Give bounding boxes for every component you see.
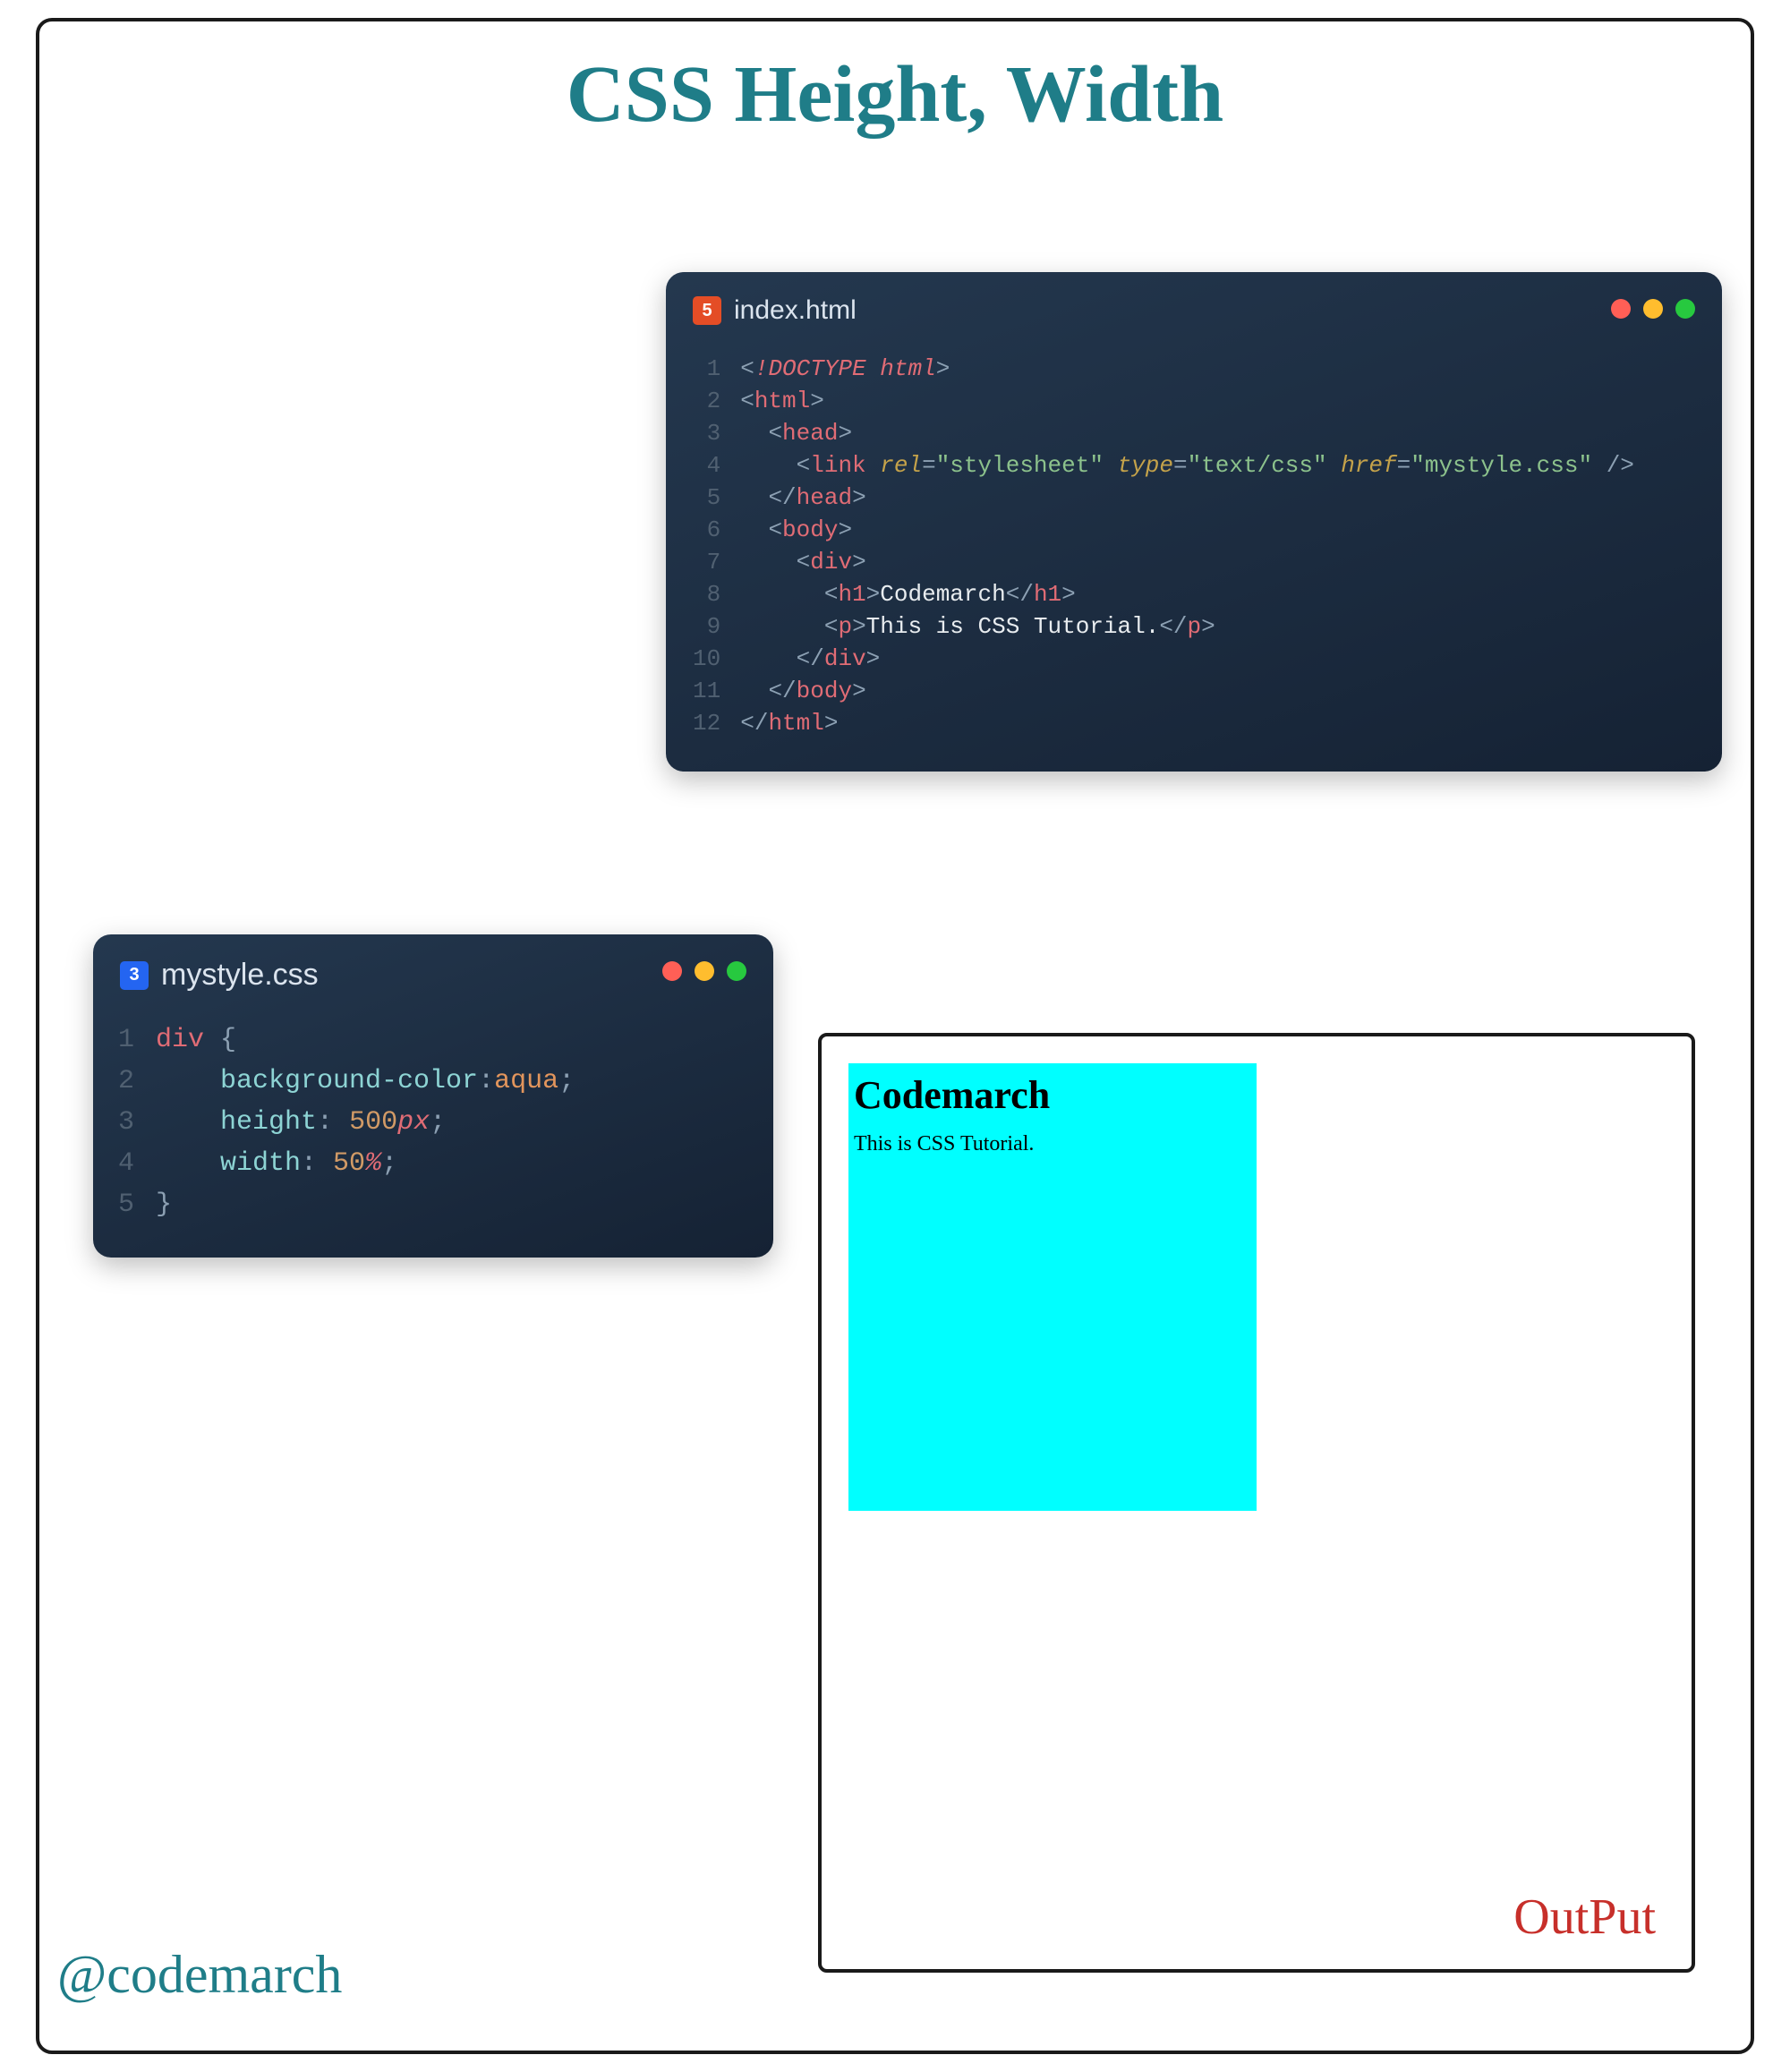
line-number: 11 xyxy=(687,675,740,707)
code-lines: 1 <!DOCTYPE html> 2 <html> 3 <head> 4 <l… xyxy=(687,353,1634,739)
code-line: width: 50%; xyxy=(156,1143,575,1184)
css3-icon: 3 xyxy=(120,961,149,990)
minimize-icon[interactable] xyxy=(695,961,714,981)
code-line: <!DOCTYPE html> xyxy=(740,353,1634,385)
code-line: } xyxy=(156,1184,575,1225)
code-line: <div> xyxy=(740,546,1634,578)
editor-header: 3 mystyle.css xyxy=(93,934,773,1002)
line-number: 5 xyxy=(115,1184,156,1225)
output-viewport: Codemarch This is CSS Tutorial. xyxy=(848,1063,1665,1942)
line-number: 7 xyxy=(687,546,740,578)
author-handle: @codemarch xyxy=(57,1944,342,2006)
window-controls xyxy=(662,961,746,981)
code-line: </div> xyxy=(740,643,1634,675)
code-line: <head> xyxy=(740,417,1634,449)
page-title: CSS Height, Width xyxy=(39,48,1751,141)
code-line: height: 500px; xyxy=(156,1102,575,1143)
code-editor-css: 3 mystyle.css 1 div { 2 background-color… xyxy=(93,934,773,1258)
line-number: 4 xyxy=(115,1143,156,1184)
code-line: </body> xyxy=(740,675,1634,707)
output-label: OutPut xyxy=(1513,1889,1656,1946)
line-number: 12 xyxy=(687,707,740,739)
line-number: 4 xyxy=(687,449,740,482)
line-number: 6 xyxy=(687,514,740,546)
rendered-paragraph: This is CSS Tutorial. xyxy=(854,1132,1251,1156)
code-line: div { xyxy=(156,1019,575,1061)
output-preview: Codemarch This is CSS Tutorial. OutPut xyxy=(818,1033,1695,1973)
code-line: <p>This is CSS Tutorial.</p> xyxy=(740,610,1634,643)
rendered-div: Codemarch This is CSS Tutorial. xyxy=(848,1063,1257,1511)
maximize-icon[interactable] xyxy=(1675,299,1695,319)
line-number: 3 xyxy=(687,417,740,449)
code-line: </html> xyxy=(740,707,1634,739)
minimize-icon[interactable] xyxy=(1643,299,1663,319)
code-line: <h1>Codemarch</h1> xyxy=(740,578,1634,610)
close-icon[interactable] xyxy=(1611,299,1631,319)
code-lines: 1 div { 2 background-color:aqua; 3 heigh… xyxy=(115,1019,575,1225)
code-line: <link rel="stylesheet" type="text/css" h… xyxy=(740,449,1634,482)
line-number: 9 xyxy=(687,610,740,643)
code-line: </head> xyxy=(740,482,1634,514)
html5-icon: 5 xyxy=(693,296,721,325)
line-number: 5 xyxy=(687,482,740,514)
line-number: 3 xyxy=(115,1102,156,1143)
line-number: 1 xyxy=(115,1019,156,1061)
code-editor-html: 5 index.html 1 <!DOCTYPE html> 2 <html> … xyxy=(666,272,1722,772)
document-frame: CSS Height, Width 5 index.html 1 <!DOCTY… xyxy=(36,18,1754,2054)
code-line: <html> xyxy=(740,385,1634,417)
code-line: background-color:aqua; xyxy=(156,1061,575,1102)
code-line: <body> xyxy=(740,514,1634,546)
line-number: 1 xyxy=(687,353,740,385)
line-number: 2 xyxy=(687,385,740,417)
editor-filename: mystyle.css xyxy=(161,958,319,993)
maximize-icon[interactable] xyxy=(727,961,746,981)
close-icon[interactable] xyxy=(662,961,682,981)
editor-filename: index.html xyxy=(734,295,857,326)
line-number: 10 xyxy=(687,643,740,675)
line-number: 8 xyxy=(687,578,740,610)
line-number: 2 xyxy=(115,1061,156,1102)
window-controls xyxy=(1611,299,1695,319)
editor-header: 5 index.html xyxy=(666,272,1722,335)
rendered-heading: Codemarch xyxy=(854,1072,1251,1118)
